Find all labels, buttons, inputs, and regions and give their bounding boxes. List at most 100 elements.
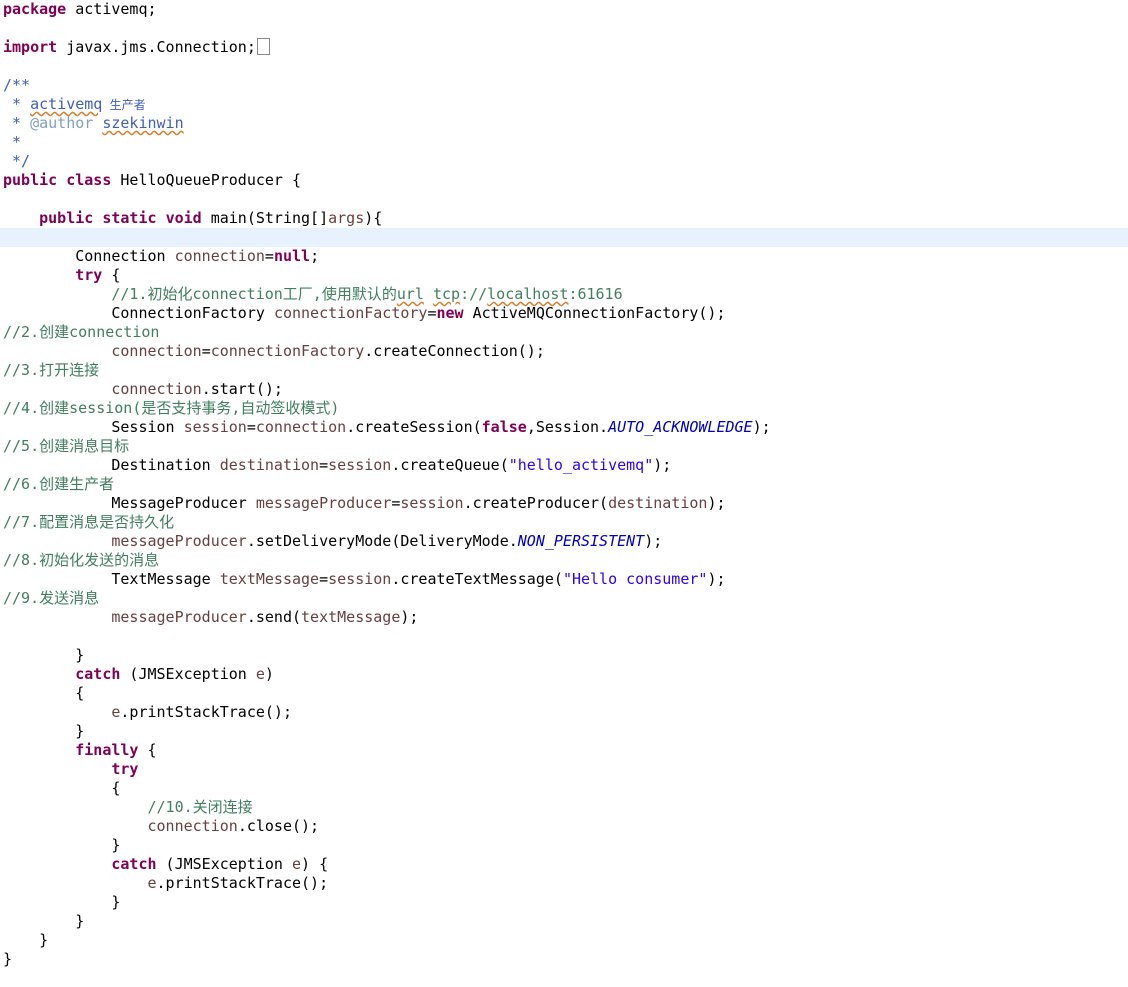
- keyword: try: [75, 266, 103, 284]
- code-line: {: [3, 684, 1128, 703]
- folded-imports-icon[interactable]: [256, 38, 270, 55]
- javadoc-line: * @author szekinwin: [3, 114, 1128, 133]
- keyword: false: [481, 418, 527, 436]
- code-text: =: [319, 570, 329, 588]
- comment-text: :61616: [568, 285, 623, 303]
- code-text: MessageProducer: [111, 494, 256, 512]
- javadoc-text: [93, 114, 102, 132]
- comment-line: //7.配置消息是否持久化: [3, 513, 175, 531]
- keyword: package: [3, 0, 67, 18]
- code-text: Destination: [111, 456, 220, 474]
- code-editor[interactable]: package activemq; import javax.jms.Conne…: [0, 0, 1128, 987]
- spellcheck-word: url: [396, 285, 424, 303]
- comment-line: //1.初始化connection工厂,使用默认的url tcp://local…: [3, 285, 1128, 304]
- code-text: }: [75, 722, 85, 740]
- code-text: ): [264, 665, 274, 683]
- comment-line: //2.创建connection: [3, 323, 160, 341]
- code-line: }: [3, 646, 1128, 665]
- comment-line: //3.打开连接: [3, 361, 100, 379]
- code-text: {: [138, 741, 157, 759]
- variable: destination: [219, 456, 320, 474]
- spellcheck-word: tcp: [432, 285, 461, 303]
- keyword: catch: [75, 665, 121, 683]
- code-text: .createTextMessage(: [391, 570, 563, 588]
- string-literal: "Hello consumer": [562, 570, 708, 588]
- code-text: .printStackTrace();: [120, 703, 292, 721]
- code-line: catch (JMSException e) {: [3, 855, 1128, 874]
- code-line: {: [3, 779, 1128, 798]
- javadoc-line: * activemq 生产者: [3, 95, 1128, 114]
- javadoc-text: 生产者: [102, 98, 146, 112]
- code-line: }: [3, 950, 1128, 969]
- variable: connectionFactory: [273, 304, 428, 322]
- code-text: {: [75, 684, 85, 702]
- code-text: =: [246, 418, 256, 436]
- static-field: AUTO_ACKNOWLEDGE: [608, 418, 753, 436]
- comment-line: //9.发送消息: [3, 589, 100, 607]
- code-text: }: [3, 950, 13, 968]
- code-text: Connection: [75, 247, 175, 265]
- code-text: .createQueue(: [391, 456, 509, 474]
- keyword: class: [66, 171, 112, 189]
- code-line: TextMessage textMessage=session.createTe…: [3, 570, 1128, 589]
- variable: messageProducer: [111, 532, 247, 550]
- variable: connection: [174, 247, 265, 265]
- variable: messageProducer: [111, 608, 247, 626]
- code-line: e.printStackTrace();: [3, 703, 1128, 722]
- code-line: messageProducer.setDeliveryMode(Delivery…: [3, 532, 1128, 551]
- comment-line: //4.创建session(是否支持事务,自动签收模式): [3, 399, 340, 417]
- code-text: ActiveMQConnectionFactory();: [463, 304, 726, 322]
- javadoc-text: *: [3, 95, 31, 113]
- code-text: );: [752, 418, 771, 436]
- comment-text: //10.关闭连接: [147, 798, 253, 816]
- variable: e: [255, 665, 265, 683]
- keyword: import: [3, 38, 58, 56]
- code-line: }: [3, 836, 1128, 855]
- code-line-main: public static void main(String[]args){: [3, 209, 1128, 228]
- spellcheck-word: szekinwin: [102, 114, 184, 132]
- code-text: .createConnection();: [364, 342, 545, 360]
- code-text: ,Session.: [526, 418, 609, 436]
- variable: messageProducer: [255, 494, 392, 512]
- code-text: (JMSException: [120, 665, 256, 683]
- javadoc-line: */: [3, 152, 31, 170]
- keyword: null: [273, 247, 311, 265]
- code-text: Session: [111, 418, 184, 436]
- keyword: new: [436, 304, 464, 322]
- code-line: }: [3, 722, 1128, 741]
- spellcheck-word: localhost: [487, 285, 569, 303]
- variable: session: [328, 570, 392, 588]
- keyword: public: [3, 171, 58, 189]
- code-line: connection=connectionFactory.createConne…: [3, 342, 1128, 361]
- comment-line: //8.初始化发送的消息: [3, 551, 160, 569]
- code-text: }: [75, 912, 85, 930]
- code-text: (JMSException: [156, 855, 292, 873]
- comment-text: ://: [460, 285, 488, 303]
- code-text: =: [319, 456, 329, 474]
- variable: session: [400, 494, 464, 512]
- code-text: );: [653, 456, 672, 474]
- code-text: {: [102, 266, 121, 284]
- variable: connectionFactory: [210, 342, 365, 360]
- comment-line: //5.创建消息目标: [3, 437, 130, 455]
- code-text: main(String[]: [201, 209, 329, 227]
- code-text: .createSession(: [346, 418, 482, 436]
- keyword: static: [102, 209, 157, 227]
- code-text: ) {: [301, 855, 329, 873]
- code-text: .createProducer(: [463, 494, 609, 512]
- code-text: =: [201, 342, 211, 360]
- keyword: catch: [111, 855, 157, 873]
- code-line: ConnectionFactory connectionFactory=new …: [3, 304, 1128, 323]
- static-field: NON_PERSISTENT: [517, 532, 645, 550]
- comment-text: [424, 285, 433, 303]
- code-line: messageProducer.send(textMessage);: [3, 608, 1128, 627]
- code-text: HelloQueueProducer {: [111, 171, 302, 189]
- code-text: =: [264, 247, 274, 265]
- variable: args: [328, 209, 365, 227]
- code-line: catch (JMSException e): [3, 665, 1128, 684]
- variable: connection: [111, 380, 202, 398]
- keyword: finally: [75, 741, 139, 759]
- spellcheck-word: activemq: [30, 95, 103, 113]
- code-line: Connection connection=null;: [3, 247, 1128, 266]
- code-line: }: [3, 931, 1128, 950]
